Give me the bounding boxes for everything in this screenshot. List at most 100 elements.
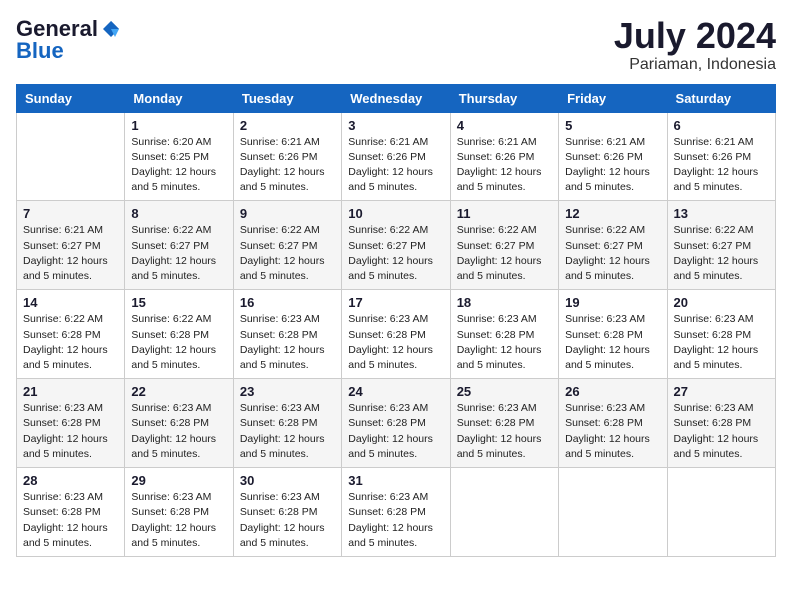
calendar-cell: 20 Sunrise: 6:23 AMSunset: 6:28 PMDayligh… bbox=[667, 290, 775, 379]
calendar-cell: 9 Sunrise: 6:22 AMSunset: 6:27 PMDaylight… bbox=[233, 201, 341, 290]
day-info: Sunrise: 6:23 AMSunset: 6:28 PMDaylight:… bbox=[457, 401, 552, 462]
day-info: Sunrise: 6:21 AMSunset: 6:26 PMDaylight:… bbox=[565, 135, 660, 196]
calendar-cell: 8 Sunrise: 6:22 AMSunset: 6:27 PMDaylight… bbox=[125, 201, 233, 290]
day-info: Sunrise: 6:23 AMSunset: 6:28 PMDaylight:… bbox=[131, 401, 226, 462]
col-header-friday: Friday bbox=[559, 84, 667, 112]
day-number: 26 bbox=[565, 384, 660, 399]
day-number: 28 bbox=[23, 473, 118, 488]
day-number: 31 bbox=[348, 473, 443, 488]
calendar-cell: 14 Sunrise: 6:22 AMSunset: 6:28 PMDayligh… bbox=[17, 290, 125, 379]
calendar-cell: 16 Sunrise: 6:23 AMSunset: 6:28 PMDayligh… bbox=[233, 290, 341, 379]
calendar-cell bbox=[667, 468, 775, 557]
day-info: Sunrise: 6:20 AMSunset: 6:25 PMDaylight:… bbox=[131, 135, 226, 196]
calendar-cell: 31 Sunrise: 6:23 AMSunset: 6:28 PMDayligh… bbox=[342, 468, 450, 557]
calendar-cell: 15 Sunrise: 6:22 AMSunset: 6:28 PMDayligh… bbox=[125, 290, 233, 379]
calendar-cell: 24 Sunrise: 6:23 AMSunset: 6:28 PMDayligh… bbox=[342, 379, 450, 468]
day-info: Sunrise: 6:22 AMSunset: 6:28 PMDaylight:… bbox=[23, 312, 118, 373]
calendar-cell bbox=[559, 468, 667, 557]
calendar-cell: 21 Sunrise: 6:23 AMSunset: 6:28 PMDayligh… bbox=[17, 379, 125, 468]
calendar-week-row: 7Sunrise: 6:21 AMSunset: 6:27 PMDaylight… bbox=[17, 201, 776, 290]
day-number: 8 bbox=[131, 206, 226, 221]
day-info: Sunrise: 6:23 AMSunset: 6:28 PMDaylight:… bbox=[240, 490, 335, 551]
col-header-sunday: Sunday bbox=[17, 84, 125, 112]
calendar-cell: 23Sunrise: 6:23 AMSunset: 6:28 PMDayligh… bbox=[233, 379, 341, 468]
calendar-cell: 11 Sunrise: 6:22 AMSunset: 6:27 PMDayligh… bbox=[450, 201, 558, 290]
calendar-body: 1 Sunrise: 6:20 AMSunset: 6:25 PMDaylight… bbox=[17, 112, 776, 556]
title-block: July 2024 Pariaman, Indonesia bbox=[614, 16, 776, 74]
logo: General Blue bbox=[16, 16, 121, 64]
day-info: Sunrise: 6:21 AMSunset: 6:26 PMDaylight:… bbox=[348, 135, 443, 196]
calendar-cell: 13Sunrise: 6:22 AMSunset: 6:27 PMDayligh… bbox=[667, 201, 775, 290]
day-number: 17 bbox=[348, 295, 443, 310]
day-info: Sunrise: 6:21 AMSunset: 6:26 PMDaylight:… bbox=[674, 135, 769, 196]
calendar-week-row: 1 Sunrise: 6:20 AMSunset: 6:25 PMDaylight… bbox=[17, 112, 776, 201]
calendar-cell: 30Sunrise: 6:23 AMSunset: 6:28 PMDayligh… bbox=[233, 468, 341, 557]
logo-blue: Blue bbox=[16, 38, 64, 64]
calendar-cell: 1 Sunrise: 6:20 AMSunset: 6:25 PMDaylight… bbox=[125, 112, 233, 201]
day-number: 14 bbox=[23, 295, 118, 310]
day-number: 10 bbox=[348, 206, 443, 221]
calendar-cell bbox=[17, 112, 125, 201]
calendar-cell: 10 Sunrise: 6:22 AMSunset: 6:27 PMDayligh… bbox=[342, 201, 450, 290]
day-number: 6 bbox=[674, 118, 769, 133]
day-info: Sunrise: 6:23 AMSunset: 6:28 PMDaylight:… bbox=[240, 312, 335, 373]
day-info: Sunrise: 6:23 AMSunset: 6:28 PMDaylight:… bbox=[348, 490, 443, 551]
day-info: Sunrise: 6:21 AMSunset: 6:26 PMDaylight:… bbox=[457, 135, 552, 196]
day-number: 3 bbox=[348, 118, 443, 133]
calendar-cell: 7Sunrise: 6:21 AMSunset: 6:27 PMDaylight… bbox=[17, 201, 125, 290]
calendar-week-row: 14 Sunrise: 6:22 AMSunset: 6:28 PMDayligh… bbox=[17, 290, 776, 379]
day-info: Sunrise: 6:22 AMSunset: 6:28 PMDaylight:… bbox=[131, 312, 226, 373]
day-number: 18 bbox=[457, 295, 552, 310]
calendar-cell: 3 Sunrise: 6:21 AMSunset: 6:26 PMDaylight… bbox=[342, 112, 450, 201]
day-number: 22 bbox=[131, 384, 226, 399]
day-number: 21 bbox=[23, 384, 118, 399]
day-number: 16 bbox=[240, 295, 335, 310]
calendar-table: SundayMondayTuesdayWednesdayThursdayFrid… bbox=[16, 84, 776, 557]
calendar-cell: 12Sunrise: 6:22 AMSunset: 6:27 PMDayligh… bbox=[559, 201, 667, 290]
day-info: Sunrise: 6:22 AMSunset: 6:27 PMDaylight:… bbox=[348, 223, 443, 284]
day-info: Sunrise: 6:23 AMSunset: 6:28 PMDaylight:… bbox=[457, 312, 552, 373]
calendar-cell: 5 Sunrise: 6:21 AMSunset: 6:26 PMDaylight… bbox=[559, 112, 667, 201]
day-number: 15 bbox=[131, 295, 226, 310]
day-number: 25 bbox=[457, 384, 552, 399]
day-info: Sunrise: 6:23 AMSunset: 6:28 PMDaylight:… bbox=[674, 312, 769, 373]
day-number: 29 bbox=[131, 473, 226, 488]
day-number: 4 bbox=[457, 118, 552, 133]
day-info: Sunrise: 6:22 AMSunset: 6:27 PMDaylight:… bbox=[457, 223, 552, 284]
day-info: Sunrise: 6:23 AMSunset: 6:28 PMDaylight:… bbox=[348, 401, 443, 462]
day-info: Sunrise: 6:23 AMSunset: 6:28 PMDaylight:… bbox=[23, 401, 118, 462]
calendar-cell: 29 Sunrise: 6:23 AMSunset: 6:28 PMDayligh… bbox=[125, 468, 233, 557]
day-info: Sunrise: 6:23 AMSunset: 6:28 PMDaylight:… bbox=[240, 401, 335, 462]
day-number: 24 bbox=[348, 384, 443, 399]
day-number: 9 bbox=[240, 206, 335, 221]
calendar-header-row: SundayMondayTuesdayWednesdayThursdayFrid… bbox=[17, 84, 776, 112]
calendar-cell: 19Sunrise: 6:23 AMSunset: 6:28 PMDayligh… bbox=[559, 290, 667, 379]
day-info: Sunrise: 6:23 AMSunset: 6:28 PMDaylight:… bbox=[565, 312, 660, 373]
calendar-cell: 27Sunrise: 6:23 AMSunset: 6:28 PMDayligh… bbox=[667, 379, 775, 468]
day-info: Sunrise: 6:23 AMSunset: 6:28 PMDaylight:… bbox=[131, 490, 226, 551]
day-info: Sunrise: 6:22 AMSunset: 6:27 PMDaylight:… bbox=[240, 223, 335, 284]
day-number: 11 bbox=[457, 206, 552, 221]
day-number: 1 bbox=[131, 118, 226, 133]
col-header-saturday: Saturday bbox=[667, 84, 775, 112]
logo-icon bbox=[101, 19, 121, 39]
day-number: 5 bbox=[565, 118, 660, 133]
col-header-wednesday: Wednesday bbox=[342, 84, 450, 112]
day-number: 20 bbox=[674, 295, 769, 310]
calendar-cell: 4 Sunrise: 6:21 AMSunset: 6:26 PMDaylight… bbox=[450, 112, 558, 201]
calendar-cell: 2Sunrise: 6:21 AMSunset: 6:26 PMDaylight… bbox=[233, 112, 341, 201]
month-year-title: July 2024 bbox=[614, 16, 776, 56]
calendar-week-row: 21 Sunrise: 6:23 AMSunset: 6:28 PMDayligh… bbox=[17, 379, 776, 468]
calendar-cell: 25 Sunrise: 6:23 AMSunset: 6:28 PMDayligh… bbox=[450, 379, 558, 468]
calendar-cell: 26 Sunrise: 6:23 AMSunset: 6:28 PMDayligh… bbox=[559, 379, 667, 468]
day-info: Sunrise: 6:22 AMSunset: 6:27 PMDaylight:… bbox=[131, 223, 226, 284]
day-info: Sunrise: 6:23 AMSunset: 6:28 PMDaylight:… bbox=[565, 401, 660, 462]
calendar-cell: 18 Sunrise: 6:23 AMSunset: 6:28 PMDayligh… bbox=[450, 290, 558, 379]
col-header-monday: Monday bbox=[125, 84, 233, 112]
day-number: 13 bbox=[674, 206, 769, 221]
day-info: Sunrise: 6:22 AMSunset: 6:27 PMDaylight:… bbox=[565, 223, 660, 284]
day-number: 7 bbox=[23, 206, 118, 221]
calendar-cell: 28Sunrise: 6:23 AMSunset: 6:28 PMDayligh… bbox=[17, 468, 125, 557]
day-number: 27 bbox=[674, 384, 769, 399]
day-info: Sunrise: 6:23 AMSunset: 6:28 PMDaylight:… bbox=[348, 312, 443, 373]
